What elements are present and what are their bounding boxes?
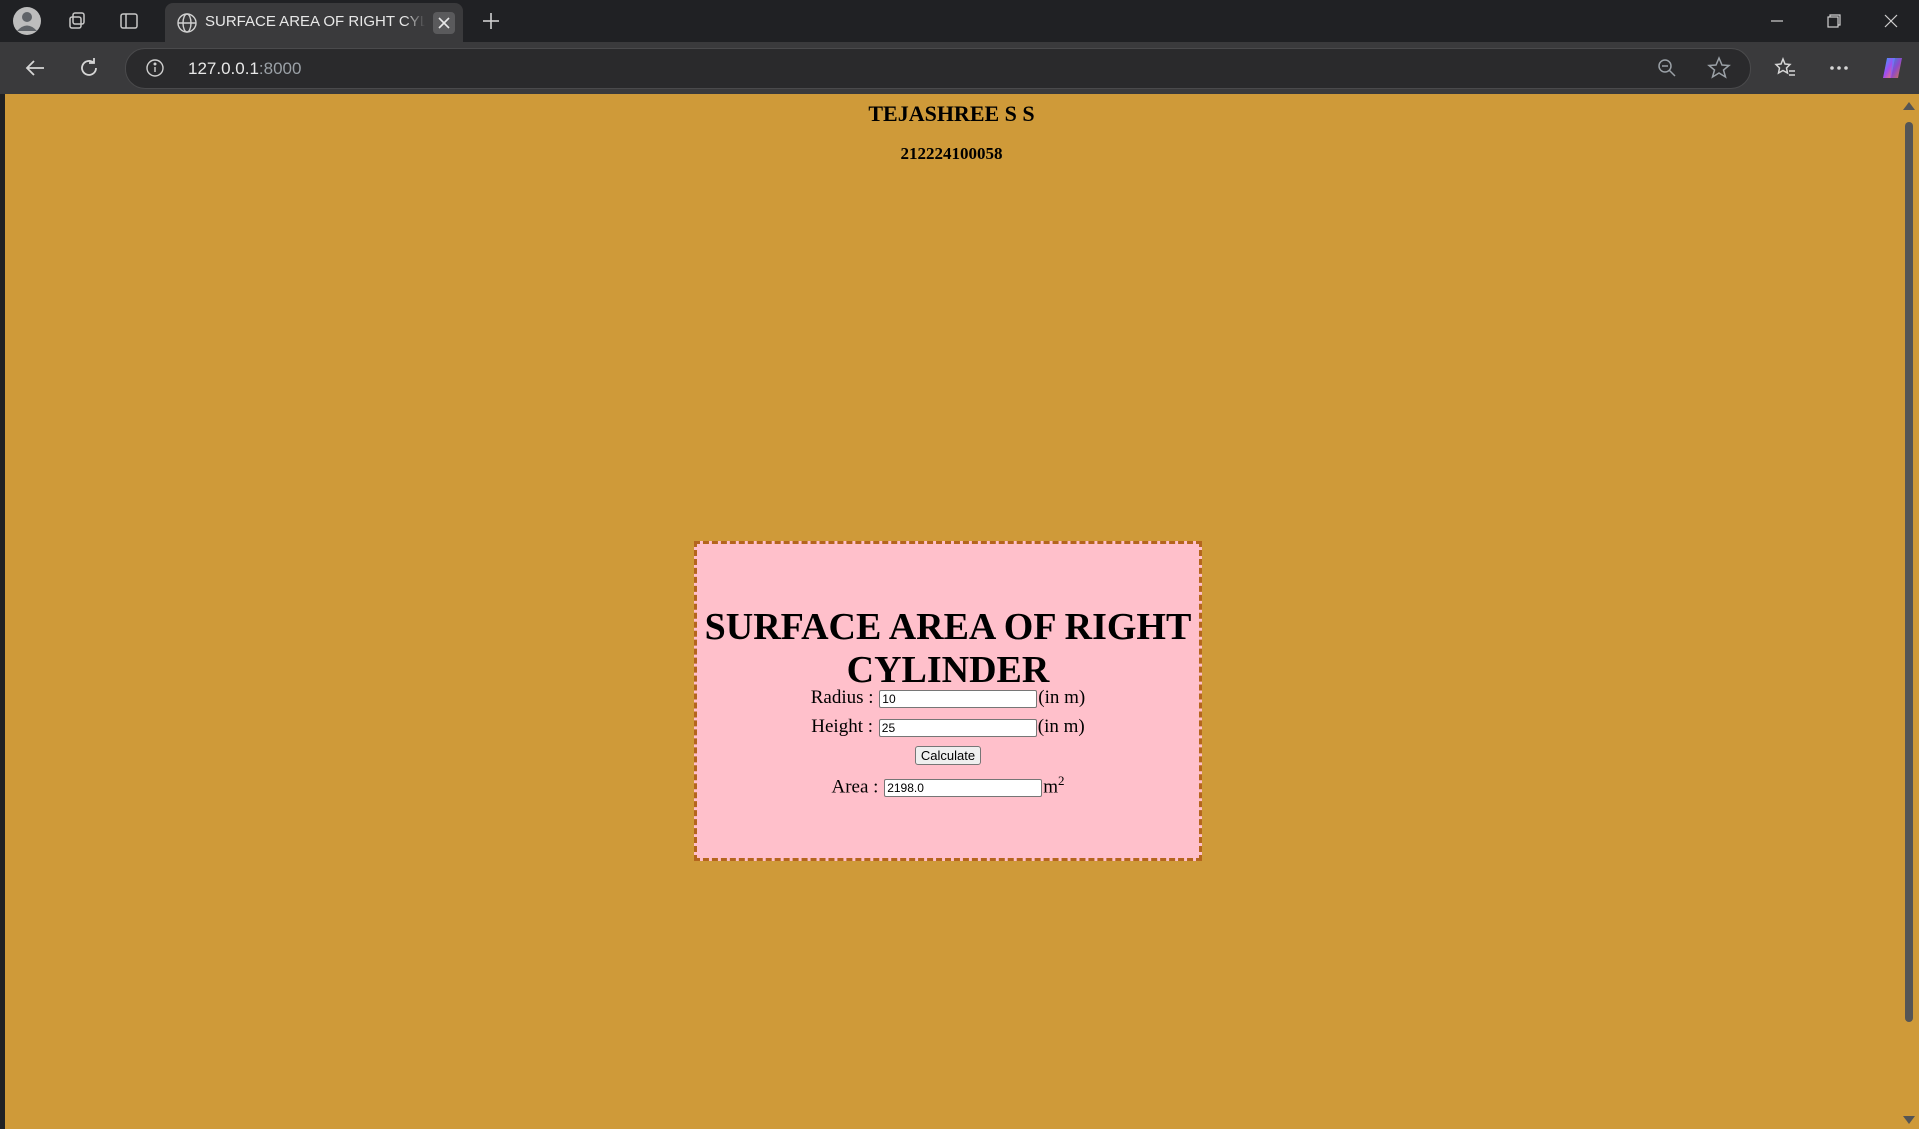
url-port: :8000 bbox=[258, 59, 302, 78]
calculate-button[interactable]: Calculate bbox=[914, 746, 982, 765]
close-tab-icon[interactable] bbox=[433, 12, 455, 34]
area-unit-exponent: 2 bbox=[1057, 773, 1065, 788]
site-info-icon[interactable] bbox=[144, 57, 166, 79]
tab-active[interactable]: SURFACE AREA OF RIGHT CYLINDER bbox=[165, 3, 463, 42]
address-bar[interactable]: 127.0.0.1:8000 bbox=[125, 48, 1751, 89]
favorite-star-icon[interactable] bbox=[1707, 56, 1731, 80]
minimize-icon[interactable] bbox=[1748, 0, 1806, 42]
new-tab-icon[interactable] bbox=[475, 5, 507, 37]
reload-icon[interactable] bbox=[73, 52, 105, 84]
url-text: 127.0.0.1:8000 bbox=[188, 59, 301, 79]
restore-icon[interactable] bbox=[1805, 0, 1863, 42]
browser-toolbar: 127.0.0.1:8000 bbox=[0, 42, 1919, 94]
back-icon[interactable] bbox=[19, 52, 51, 84]
radius-row: Radius : (in m) bbox=[697, 687, 1199, 709]
tab-actions-icon[interactable] bbox=[113, 5, 145, 37]
radius-unit: (in m) bbox=[1038, 687, 1086, 708]
scroll-down-arrow-icon[interactable] bbox=[1903, 1116, 1915, 1124]
page-heading: SURFACE AREA OF RIGHT CYLINDER bbox=[697, 606, 1199, 692]
height-row: Height : (in m) bbox=[697, 716, 1199, 738]
close-window-icon[interactable] bbox=[1862, 0, 1919, 42]
height-label: Height : bbox=[811, 716, 874, 737]
area-unit: m bbox=[1043, 776, 1058, 798]
globe-icon bbox=[176, 12, 198, 34]
scroll-up-arrow-icon[interactable] bbox=[1903, 102, 1915, 110]
heading-text: SURFACE AREA OF RIGHT CYLINDER bbox=[704, 606, 1192, 691]
workspaces-icon[interactable] bbox=[61, 5, 93, 37]
radius-input[interactable] bbox=[879, 689, 1038, 708]
area-label: Area : bbox=[831, 776, 879, 798]
profile-icon[interactable] bbox=[11, 5, 43, 37]
tab-title: SURFACE AREA OF RIGHT CYLINDER bbox=[205, 13, 425, 30]
more-options-icon[interactable] bbox=[1823, 52, 1855, 84]
vertical-scrollbar[interactable] bbox=[1898, 94, 1919, 1129]
student-name: TEJASHREE S S bbox=[868, 101, 1035, 126]
scrollbar-thumb[interactable] bbox=[1905, 122, 1913, 1022]
favorites-icon[interactable] bbox=[1769, 52, 1801, 84]
height-unit: (in m) bbox=[1037, 716, 1085, 737]
area-output[interactable] bbox=[884, 778, 1043, 797]
zoom-out-icon[interactable] bbox=[1656, 57, 1680, 81]
url-host: 127.0.0.1 bbox=[188, 59, 259, 78]
button-row: Calculate bbox=[697, 744, 1199, 766]
calculator-card: SURFACE AREA OF RIGHT CYLINDER Radius : … bbox=[694, 541, 1202, 861]
radius-label: Radius : bbox=[810, 687, 874, 708]
copilot-icon[interactable] bbox=[1877, 52, 1909, 84]
area-row: Area : m2 bbox=[697, 773, 1199, 798]
tab-strip: SURFACE AREA OF RIGHT CYLINDER bbox=[0, 0, 1919, 42]
register-number: 212224100058 bbox=[900, 144, 1003, 163]
height-input[interactable] bbox=[878, 718, 1037, 737]
page-viewport: TEJASHREE S S 212224100058 SURFACE AREA … bbox=[5, 94, 1898, 1129]
